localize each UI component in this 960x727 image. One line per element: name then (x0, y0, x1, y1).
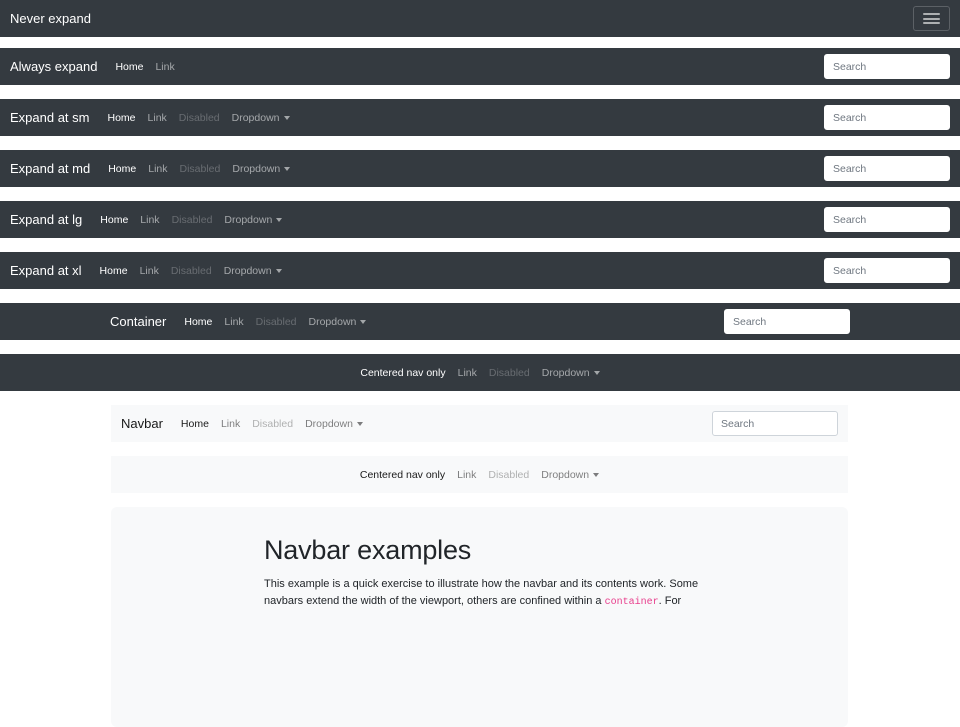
search-input[interactable] (824, 258, 950, 283)
brand-expand-sm[interactable]: Expand at sm (10, 110, 90, 125)
nav-link-disabled: Disabled (482, 469, 535, 481)
chevron-down-icon (276, 218, 282, 222)
navbar-always-expand: Always expand Home Link (0, 48, 960, 85)
navbar-centered-light: Centered nav only Link Disabled Dropdown (111, 456, 848, 493)
chevron-down-icon (284, 167, 290, 171)
brand-expand-md[interactable]: Expand at md (10, 161, 90, 176)
nav-link-dropdown[interactable]: Dropdown (218, 265, 288, 277)
brand-expand-lg[interactable]: Expand at lg (10, 212, 82, 227)
navbar-expand-xl: Expand at xl Home Link Disabled Dropdown (0, 252, 960, 289)
chevron-down-icon (360, 320, 366, 324)
nav-link-dropdown[interactable]: Dropdown (303, 316, 373, 328)
nav-link-disabled: Disabled (250, 316, 303, 328)
nav-link-link[interactable]: Link (142, 112, 173, 124)
nav-links: Centered nav only Link Disabled Dropdown (354, 367, 605, 379)
nav-link-disabled: Disabled (174, 163, 227, 175)
nav-link-link[interactable]: Link (452, 367, 483, 379)
nav-links: Home Link Disabled Dropdown (94, 214, 288, 226)
chevron-down-icon (276, 269, 282, 273)
nav-link-disabled: Disabled (165, 265, 218, 277)
navbar-toggler-button[interactable] (913, 6, 950, 31)
container-code-text: container (605, 597, 659, 608)
search-input[interactable] (724, 309, 850, 334)
nav-link-home[interactable]: Home (102, 163, 142, 175)
nav-link-link[interactable]: Link (451, 469, 482, 481)
nav-link-link[interactable]: Link (142, 163, 173, 175)
nav-link-link[interactable]: Link (134, 214, 165, 226)
nav-links: Home Link Disabled Dropdown (175, 418, 369, 430)
navbar-container-inner: Container Home Link Disabled Dropdown (110, 303, 850, 340)
nav-link-link[interactable]: Link (215, 418, 246, 430)
search-input[interactable] (712, 411, 838, 436)
nav-link-home[interactable]: Home (109, 61, 149, 73)
nav-links: Home Link Disabled Dropdown (94, 265, 288, 277)
nav-links: Home Link Disabled Dropdown (102, 163, 296, 175)
nav-link-disabled: Disabled (166, 214, 219, 226)
page-title: Navbar examples (264, 534, 702, 566)
brand-always-expand[interactable]: Always expand (10, 59, 97, 74)
nav-link-dropdown[interactable]: Dropdown (218, 214, 288, 226)
hamburger-icon (923, 18, 940, 20)
brand-never-expand[interactable]: Never expand (10, 11, 91, 26)
navbar-expand-sm: Expand at sm Home Link Disabled Dropdown (0, 99, 960, 136)
navbar-never-expand: Never expand (0, 0, 960, 37)
nav-link-disabled: Disabled (173, 112, 226, 124)
navbar-centered-dark: Centered nav only Link Disabled Dropdown (0, 354, 960, 391)
hamburger-icon (923, 13, 940, 15)
brand-expand-xl[interactable]: Expand at xl (10, 263, 82, 278)
chevron-down-icon (284, 116, 290, 120)
nav-link-home[interactable]: Home (102, 112, 142, 124)
chevron-down-icon (357, 422, 363, 426)
chevron-down-icon (594, 371, 600, 375)
nav-link-dropdown[interactable]: Dropdown (226, 112, 296, 124)
intro-text-after: . For (659, 595, 682, 607)
search-input[interactable] (824, 54, 950, 79)
nav-link-link[interactable]: Link (149, 61, 180, 73)
navbar-expand-lg: Expand at lg Home Link Disabled Dropdown (0, 201, 960, 238)
intro-paragraph: This example is a quick exercise to illu… (264, 576, 702, 610)
brand-navbar[interactable]: Navbar (121, 416, 163, 431)
navbar-expand-md: Expand at md Home Link Disabled Dropdown (0, 150, 960, 187)
nav-link-disabled: Disabled (246, 418, 299, 430)
nav-link-dropdown[interactable]: Dropdown (535, 469, 605, 481)
nav-links: Home Link Disabled Dropdown (178, 316, 372, 328)
nav-links: Centered nav only Link Disabled Dropdown (354, 469, 605, 481)
navbar-light: Navbar Home Link Disabled Dropdown (111, 405, 848, 442)
nav-link-link[interactable]: Link (218, 316, 249, 328)
nav-link-centered-nav-only[interactable]: Centered nav only (354, 469, 451, 481)
chevron-down-icon (593, 473, 599, 477)
nav-links: Home Link (109, 61, 180, 73)
nav-link-disabled: Disabled (483, 367, 536, 379)
nav-link-dropdown[interactable]: Dropdown (536, 367, 606, 379)
nav-link-home[interactable]: Home (94, 265, 134, 277)
nav-link-home[interactable]: Home (94, 214, 134, 226)
nav-link-home[interactable]: Home (178, 316, 218, 328)
navbar-container: Container Home Link Disabled Dropdown (0, 303, 960, 340)
nav-link-dropdown[interactable]: Dropdown (299, 418, 369, 430)
nav-link-centered-nav-only[interactable]: Centered nav only (354, 367, 451, 379)
search-input[interactable] (824, 207, 950, 232)
search-input[interactable] (824, 105, 950, 130)
hamburger-icon (923, 22, 940, 24)
search-input[interactable] (824, 156, 950, 181)
nav-link-home[interactable]: Home (175, 418, 215, 430)
jumbotron-column: Navbar examples This example is a quick … (264, 534, 702, 610)
brand-container[interactable]: Container (110, 314, 166, 329)
jumbotron: Navbar examples This example is a quick … (111, 507, 848, 727)
nav-link-dropdown[interactable]: Dropdown (226, 163, 296, 175)
nav-link-link[interactable]: Link (134, 265, 165, 277)
nav-links: Home Link Disabled Dropdown (102, 112, 296, 124)
